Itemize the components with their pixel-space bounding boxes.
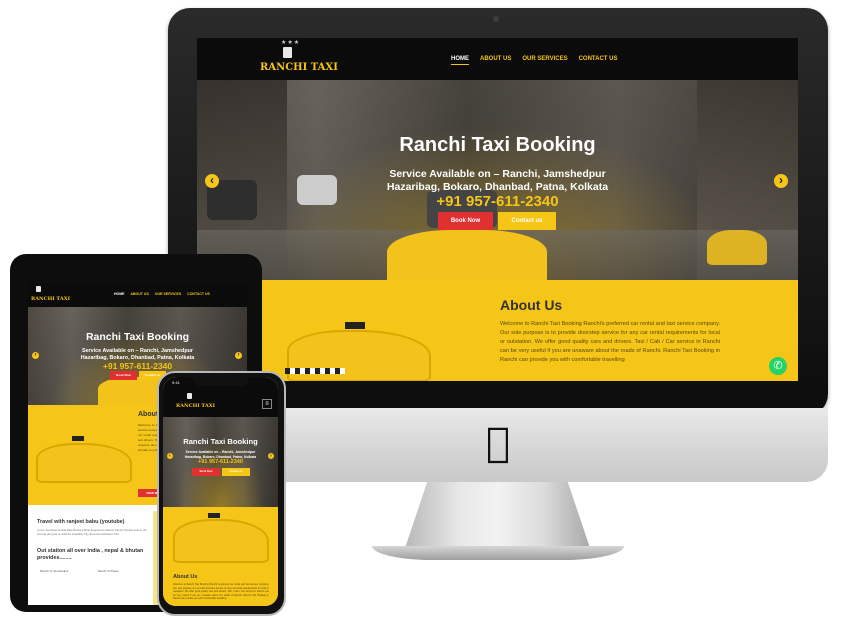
logo-shield-icon: [283, 47, 292, 58]
outstation-title: Out station all over India , nepal & bhu…: [37, 548, 144, 561]
chevron-left-icon[interactable]: ‹: [205, 174, 219, 188]
chevron-left-icon[interactable]: ‹: [32, 352, 39, 359]
route-link-1[interactable]: Ranchi To Jamshedpur: [40, 569, 69, 573]
hero-service-line-1: Service Available on – Ranchi, Jamshedpu…: [185, 450, 256, 454]
about-text: Welcome to Ranchi Taxi Booking Ranchi's …: [500, 321, 720, 363]
logo-shield-icon: [36, 286, 41, 292]
nav-our-services[interactable]: OUR SERVICES: [522, 56, 567, 65]
site-header: ★★★ RANCHI TAXI HOME ABOUT US OUR SERVIC…: [197, 38, 798, 80]
hamburger-menu-icon[interactable]: ≡: [262, 399, 272, 409]
phone-notch: [193, 377, 249, 386]
book-now-button[interactable]: Book Now: [110, 371, 137, 380]
about-section: About Us Welcome to Ranchi Taxi Booking …: [197, 280, 798, 381]
chevron-right-icon[interactable]: ›: [235, 352, 242, 359]
about-text: Welcome to Ranchi Taxi Booking Ranchi's …: [173, 583, 269, 601]
logo-shield-icon: [187, 393, 192, 399]
about-section: About Us Welcome to Ranchi Taxi Booking …: [163, 507, 278, 606]
taxi-sign-icon: [208, 513, 220, 518]
main-nav: HOME ABOUT US OUR SERVICES CONTACT US: [451, 56, 617, 65]
hero-title: Ranchi Taxi Booking: [85, 331, 190, 343]
taxi-sign-icon: [72, 436, 84, 441]
status-time: 9:41: [172, 380, 180, 385]
chevron-right-icon[interactable]: ›: [774, 174, 788, 188]
hero-service-line-2: Hazaribag, Bokaro, Dhanbad, Patna, Kolka…: [386, 181, 609, 193]
hero-slider: Ranchi Taxi Booking Service Available on…: [197, 80, 798, 280]
book-now-button[interactable]: Book Now: [192, 468, 220, 476]
chevron-right-icon[interactable]: ›: [268, 453, 274, 459]
contact-us-button[interactable]: Contact us: [498, 212, 556, 230]
nav-about-us[interactable]: ABOUT US: [480, 56, 511, 65]
hero-phone[interactable]: +91 957-611-2340: [28, 361, 247, 371]
about-heading: About Us: [173, 574, 198, 580]
hero-slider: Ranchi Taxi Booking Service Available on…: [163, 417, 278, 507]
site-logo[interactable]: RANCHI TAXI: [260, 62, 338, 73]
book-now-button[interactable]: Book Now: [438, 212, 493, 230]
nav-home[interactable]: HOME: [114, 292, 125, 296]
taxi-sign-icon: [345, 322, 365, 329]
route-link-2[interactable]: Ranchi To Patna: [98, 569, 118, 573]
phone-website: 9:41 RANCHI TAXI ≡ Ranchi Taxi Booking S…: [163, 377, 278, 606]
youtube-text: Lorem Taxi Experiential Ride Booking Rid…: [37, 528, 147, 536]
hero-phone[interactable]: +91 957-611-2340: [197, 193, 798, 210]
site-logo[interactable]: RANCHI TAXI: [31, 296, 70, 302]
checker-stripe: [285, 368, 345, 374]
hero-title: Ranchi Taxi Booking: [399, 134, 596, 156]
hero-title: Ranchi Taxi Booking: [183, 437, 258, 446]
apple-logo-icon: : [480, 423, 516, 463]
taxi-image: [707, 230, 767, 265]
hero-phone[interactable]: +91 957-611-2340: [163, 459, 278, 465]
taxi-image: [36, 443, 132, 483]
tablet-header: RANCHI TAXI HOME ABOUT US OUR SERVICES C…: [28, 283, 247, 307]
nav-about-us[interactable]: ABOUT US: [131, 292, 149, 296]
hero-service-line-1: Service Available on – Ranchi, Jamshedpu…: [389, 168, 606, 180]
youtube-title: Travel with ranjeet babu (youtube): [37, 519, 125, 525]
contact-us-button[interactable]: Contact us: [222, 468, 250, 476]
imac-camera: [493, 16, 499, 22]
desktop-website: ★★★ RANCHI TAXI HOME ABOUT US OUR SERVIC…: [197, 38, 798, 381]
about-heading: About Us: [500, 297, 563, 313]
nav-home[interactable]: HOME: [451, 56, 469, 65]
imac-stand: [405, 482, 590, 548]
main-nav: HOME ABOUT US OUR SERVICES CONTACT US: [114, 292, 210, 296]
nav-contact-us[interactable]: CONTACT US: [187, 292, 210, 296]
logo-stars-icon: ★★★: [281, 40, 301, 46]
imac-stand-base: [372, 546, 624, 560]
chevron-left-icon[interactable]: ‹: [167, 453, 173, 459]
taxi-image: [387, 230, 547, 280]
taxi-image: [173, 519, 269, 563]
whatsapp-icon[interactable]: ✆: [769, 357, 787, 375]
site-logo[interactable]: RANCHI TAXI: [176, 403, 215, 409]
nav-contact-us[interactable]: CONTACT US: [579, 56, 618, 65]
nav-our-services[interactable]: OUR SERVICES: [155, 292, 181, 296]
hero-service-line-1: Service Available on – Ranchi, Jamshedpu…: [81, 348, 194, 354]
